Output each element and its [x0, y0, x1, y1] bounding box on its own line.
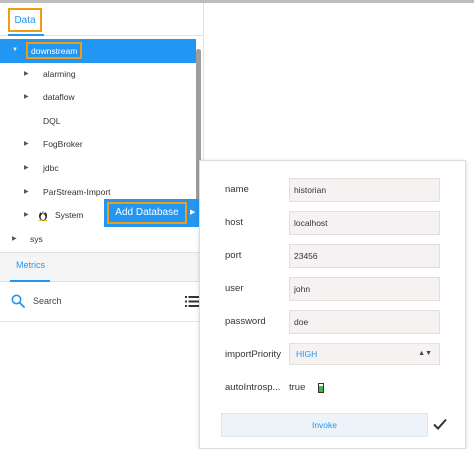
import-priority-value: HIGH	[296, 349, 318, 359]
collapse-arrow-icon[interactable]: ▼	[12, 39, 18, 63]
invoke-button[interactable]: Invoke	[221, 413, 428, 437]
expand-arrow-icon[interactable]: ▶	[24, 157, 29, 181]
host-label: host	[225, 217, 243, 228]
auto-introspect-field-row: autoIntrosp... true	[200, 376, 467, 400]
tree-item-downstream[interactable]: ▼ downstream	[0, 39, 196, 63]
add-database-form: name host port user password importPrior…	[199, 160, 466, 449]
tree-item-label: FogBroker	[43, 139, 83, 150]
checkmark-icon[interactable]	[433, 418, 447, 430]
import-priority-label: importPriority	[225, 349, 281, 360]
metrics-search	[0, 282, 204, 322]
tab-data[interactable]: Data	[8, 8, 42, 32]
host-field-row: host	[200, 211, 467, 235]
expand-arrow-icon[interactable]: ▶	[12, 228, 17, 252]
tree-item-dql[interactable]: DQL	[0, 110, 196, 134]
auto-introspect-toggle[interactable]	[318, 383, 324, 393]
tree-item-label: ParStream-Import	[43, 186, 111, 197]
password-input[interactable]	[289, 310, 440, 334]
expand-arrow-icon[interactable]: ▶	[24, 204, 29, 228]
name-label: name	[225, 184, 249, 195]
password-label: password	[225, 316, 266, 327]
tree-item-sys[interactable]: ▶ sys	[0, 228, 196, 252]
port-label: port	[225, 250, 242, 261]
expand-arrow-icon[interactable]: ▶	[24, 63, 29, 87]
tree-item-fogbroker[interactable]: ▶ FogBroker	[0, 133, 196, 157]
add-database-menu-item[interactable]: Add Database	[107, 202, 187, 224]
tree-item-label: System	[55, 210, 84, 221]
metrics-tab-bar: Metrics	[0, 252, 204, 282]
search-input[interactable]	[33, 293, 173, 309]
submenu-arrow-icon: ▶	[190, 209, 196, 216]
data-tab-bar: Data	[0, 3, 204, 36]
name-input[interactable]	[289, 178, 440, 202]
tree-item-label: jdbc	[43, 162, 59, 173]
tree-item-label: downstream	[26, 42, 83, 59]
auto-introspect-value: true	[289, 382, 306, 393]
expand-arrow-icon[interactable]: ▶	[24, 86, 29, 110]
import-priority-select[interactable]: HIGH ▲▼	[289, 343, 440, 365]
linux-icon	[38, 211, 48, 222]
tab-data-indicator	[8, 34, 44, 36]
select-updown-icon: ▲▼	[418, 350, 432, 357]
port-field-row: port	[200, 244, 467, 268]
auto-introspect-label: autoIntrosp...	[225, 382, 281, 393]
tree-item-label: dataflow	[43, 92, 75, 103]
expand-arrow-icon[interactable]: ▶	[24, 181, 29, 205]
password-field-row: password	[200, 310, 467, 334]
user-field-row: user	[200, 277, 467, 301]
user-label: user	[225, 283, 244, 294]
tree-item-jdbc[interactable]: ▶ jdbc	[0, 157, 196, 181]
name-field-row: name	[200, 178, 467, 202]
user-input[interactable]	[289, 277, 440, 301]
toggle-knob	[319, 386, 323, 392]
tree-item-alarming[interactable]: ▶ alarming	[0, 63, 196, 87]
tree-item-label: alarming	[43, 68, 76, 79]
host-input[interactable]	[289, 211, 440, 235]
search-icon[interactable]	[11, 294, 25, 308]
import-priority-field-row: importPriority HIGH ▲▼	[200, 343, 467, 367]
expand-arrow-icon[interactable]: ▶	[24, 133, 29, 157]
list-icon[interactable]	[185, 296, 199, 307]
context-menu-add-database[interactable]: Add Database ▶	[104, 199, 200, 227]
tree-item-label: DQL	[43, 115, 61, 126]
tab-metrics[interactable]: Metrics	[16, 260, 45, 270]
port-input[interactable]	[289, 244, 440, 268]
tree-item-dataflow[interactable]: ▶ dataflow	[0, 86, 196, 110]
tree-item-label: sys	[30, 233, 43, 244]
